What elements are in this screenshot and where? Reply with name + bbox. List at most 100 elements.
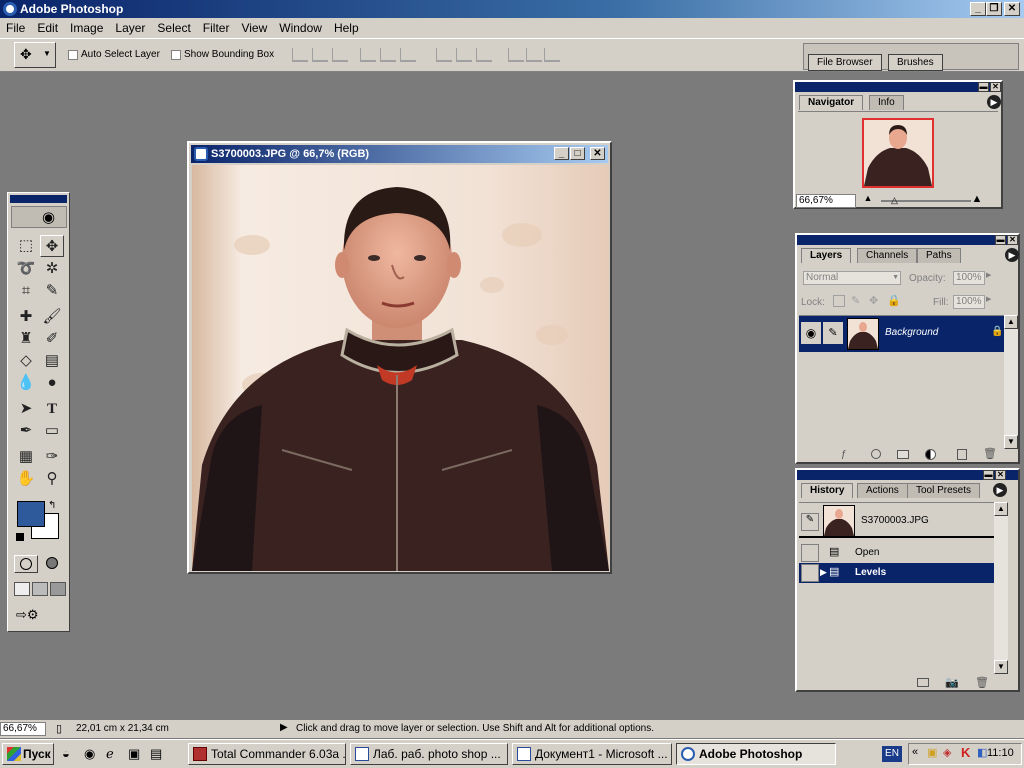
zoom-out-icon[interactable]: ▲ [861, 193, 875, 207]
adjustment-layer-icon[interactable] [925, 449, 936, 460]
navigator-menu-button[interactable]: ▶ [987, 95, 1001, 109]
layers-scroll-down[interactable]: ▼ [1004, 435, 1018, 449]
status-menu-icon[interactable]: ▶ [280, 722, 288, 733]
distribute-center-icon[interactable] [526, 48, 542, 62]
tab-info[interactable]: Info [869, 95, 904, 110]
distribute-top-icon[interactable] [436, 48, 452, 62]
doc-minimize-button[interactable]: _ [554, 147, 569, 160]
lock-move-icon[interactable]: ✥ [869, 294, 878, 307]
document-title-bar[interactable]: S3700003.JPG @ 66,7% (RGB) _ □ ✕ [191, 145, 608, 163]
layers-scroll-up[interactable]: ▲ [1004, 315, 1018, 329]
close-button[interactable]: ✕ [1004, 2, 1020, 16]
opacity-field[interactable]: 100% [953, 271, 985, 285]
history-close-button[interactable]: ✕ [995, 470, 1006, 480]
standard-mode-button[interactable] [14, 555, 38, 573]
menu-select[interactable]: Select [151, 18, 196, 35]
restore-button[interactable]: ❐ [986, 2, 1002, 16]
taskbar-item-total-commander[interactable]: Total Commander 6.03a ... [188, 743, 346, 765]
opacity-slider-arrow[interactable]: ▶ [986, 271, 996, 285]
history-brush-source-icon[interactable]: ✎ [801, 513, 819, 531]
new-document-from-state-icon[interactable] [917, 678, 929, 687]
eyedropper-icon[interactable]: ✑ [40, 446, 64, 468]
tool-preset-picker[interactable]: ✥ ▼ [14, 42, 56, 68]
history-scroll-up[interactable]: ▲ [994, 502, 1008, 516]
type-tool-icon[interactable]: T [40, 398, 64, 420]
navigator-title-bar[interactable]: ▬ ✕ [795, 82, 1001, 92]
layers-minimize-button[interactable]: ▬ [995, 235, 1006, 245]
trash-icon[interactable]: 🗑 [983, 447, 997, 460]
language-indicator[interactable]: EN [882, 746, 902, 762]
minimize-button[interactable]: _ [970, 2, 986, 16]
tray-folder-icon[interactable]: ▣ [927, 746, 937, 759]
shape-tool-icon[interactable]: ▭ [40, 420, 64, 442]
blend-mode-select[interactable]: Normal ▼ [803, 271, 901, 285]
screen-mode-standard-icon[interactable] [14, 582, 30, 596]
healing-brush-icon[interactable]: ✚ [14, 306, 38, 328]
zoom-tool-icon[interactable]: ⚲ [40, 468, 64, 490]
tab-layers[interactable]: Layers [801, 248, 852, 263]
new-snapshot-icon[interactable]: 📷 [945, 676, 959, 689]
distribute-middle-icon[interactable] [456, 48, 472, 62]
history-brush-icon[interactable]: ✐ [40, 328, 64, 350]
layer-style-icon[interactable]: ƒ [841, 449, 847, 460]
lock-brush-icon[interactable]: ✎ [851, 294, 860, 307]
history-scroll-down[interactable]: ▼ [994, 660, 1008, 674]
layers-scrollbar[interactable] [1004, 315, 1018, 449]
gradient-tool-icon[interactable]: ▤ [40, 350, 64, 372]
distribute-left-icon[interactable] [508, 48, 524, 62]
menu-help[interactable]: Help [328, 18, 365, 35]
blur-tool-icon[interactable]: 💧 [14, 372, 38, 394]
menu-window[interactable]: Window [273, 18, 328, 35]
bounding-box-checkbox[interactable] [171, 50, 181, 60]
show-desktop-icon[interactable]: ◒ [62, 746, 70, 761]
menu-layer[interactable]: Layer [109, 18, 151, 35]
notes-tool-icon[interactable]: ▦ [14, 446, 38, 468]
trash-icon[interactable]: 🗑 [975, 676, 989, 689]
move-tool-icon[interactable]: ✥ [40, 235, 64, 257]
taskbar-item-photoshop[interactable]: Adobe Photoshop [676, 743, 836, 765]
start-button[interactable]: Пуск [2, 743, 54, 765]
menu-view[interactable]: View [235, 18, 273, 35]
align-center-icon[interactable] [380, 48, 396, 62]
layers-title-bar[interactable]: ▬ ✕ [797, 235, 1018, 245]
layer-visibility-eye-icon[interactable]: ◉ [801, 322, 821, 344]
eraser-tool-icon[interactable]: ◇ [14, 350, 38, 372]
quickmask-mode-button[interactable] [41, 555, 65, 573]
align-middle-icon[interactable] [312, 48, 328, 62]
tab-history[interactable]: History [801, 483, 854, 498]
toolbox-title-bar[interactable] [10, 195, 67, 203]
tab-tool-presets[interactable]: Tool Presets [907, 483, 981, 498]
history-minimize-button[interactable]: ▬ [983, 470, 994, 480]
doc-close-button[interactable]: ✕ [590, 147, 605, 160]
default-colors-icon[interactable] [16, 533, 24, 541]
history-scrollbar[interactable] [994, 502, 1008, 674]
photo-canvas[interactable] [192, 165, 609, 571]
navigator-slider-handle[interactable]: △ [891, 195, 898, 206]
menu-file[interactable]: File [0, 18, 31, 35]
history-title-bar[interactable]: ▬ ✕ [797, 470, 1018, 480]
fill-field[interactable]: 100% [953, 295, 985, 309]
tab-actions[interactable]: Actions [857, 483, 908, 498]
menu-image[interactable]: Image [64, 18, 109, 35]
distribute-right-icon[interactable] [544, 48, 560, 62]
layers-menu-button[interactable]: ▶ [1005, 248, 1019, 262]
state-source-box[interactable] [801, 544, 819, 562]
screen-mode-full-menu-icon[interactable] [32, 582, 48, 596]
quicklaunch-app-icon[interactable]: ▤ [150, 746, 162, 762]
doc-maximize-button[interactable]: □ [570, 147, 585, 160]
folder-icon[interactable]: ▣ [128, 746, 140, 762]
screen-mode-full-icon[interactable] [50, 582, 66, 596]
foreground-color-swatch[interactable] [17, 501, 45, 527]
state-source-box[interactable] [801, 564, 819, 582]
align-right-icon[interactable] [400, 48, 416, 62]
new-layer-icon[interactable] [957, 449, 967, 460]
adobe-online-button[interactable]: ◉ [11, 206, 67, 228]
crop-tool-icon[interactable]: ⌗ [14, 280, 38, 302]
history-state-slider-icon[interactable]: ▶ [820, 567, 827, 578]
brush-tool-icon[interactable]: 🖌 [40, 306, 64, 328]
status-zoom-field[interactable]: 66,67% [0, 722, 46, 736]
tray-expand-icon[interactable]: « [912, 746, 918, 758]
history-snapshot-row[interactable]: ✎ S3700003.JPG [799, 502, 994, 538]
new-set-icon[interactable] [897, 450, 909, 459]
zoom-in-icon[interactable]: ▲ [967, 193, 987, 207]
